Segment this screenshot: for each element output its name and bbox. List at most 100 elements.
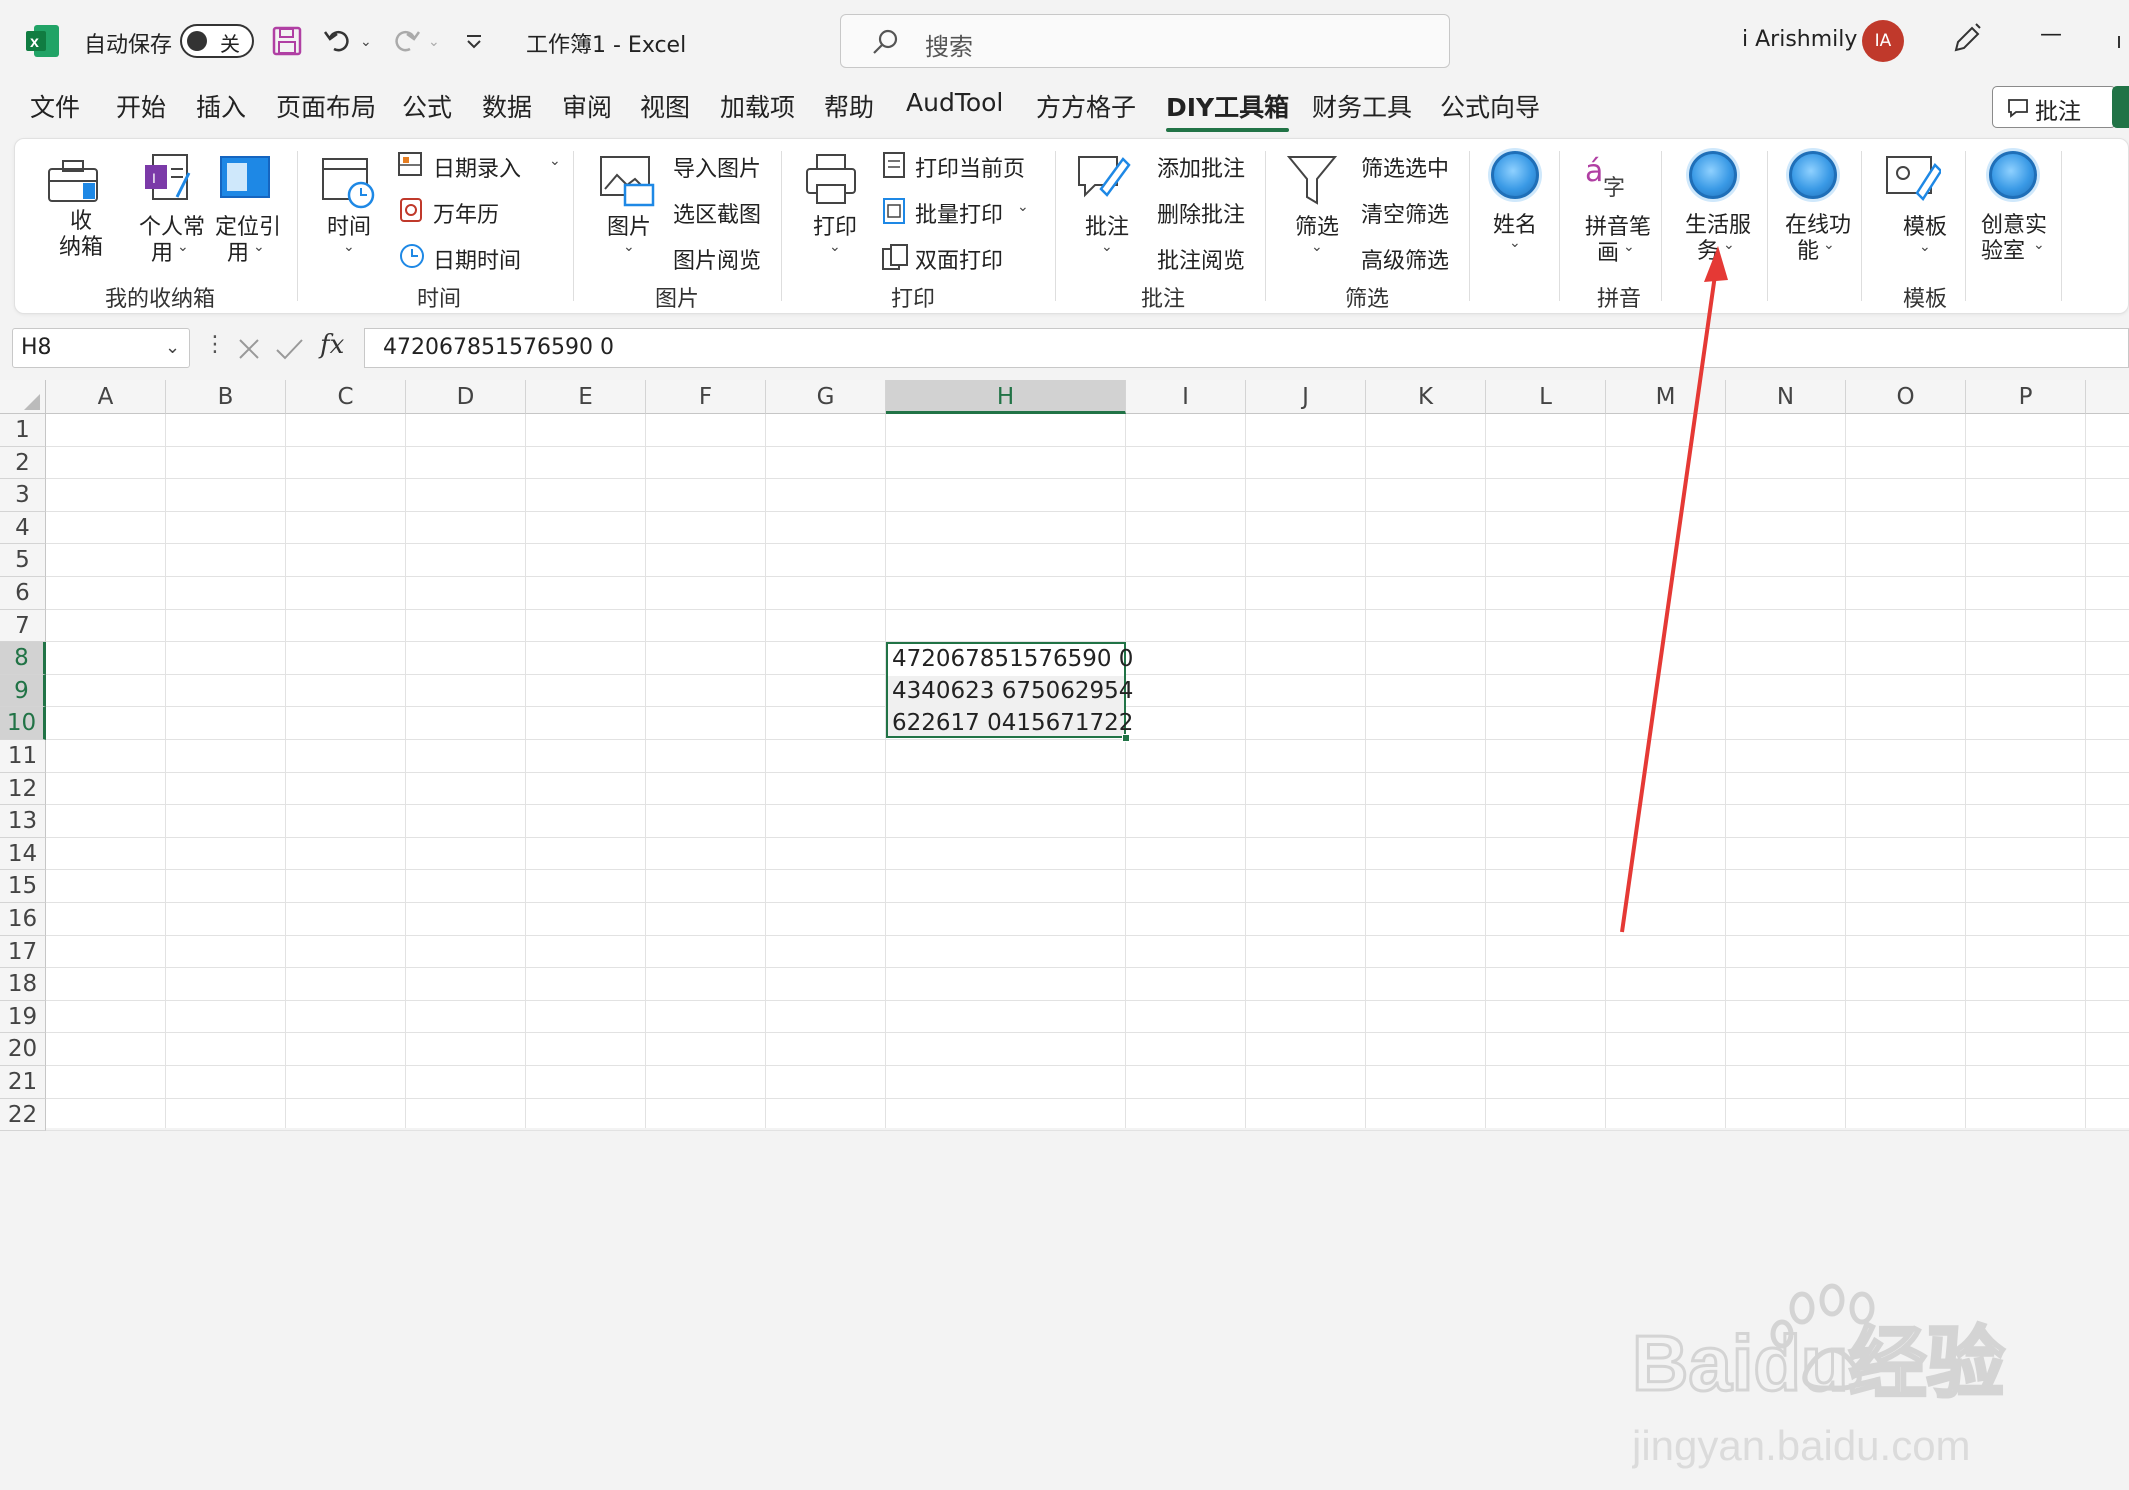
column-header-c[interactable]: C — [286, 380, 406, 414]
perpetual-calendar-button[interactable]: 万年历 — [433, 197, 499, 229]
column-header-g[interactable]: G — [766, 380, 886, 414]
locate-dropdown-icon[interactable]: ⌄ — [253, 239, 265, 255]
row-header-15[interactable]: 15 — [0, 870, 46, 903]
column-header-o[interactable]: O — [1846, 380, 1966, 414]
column-header-l[interactable]: L — [1486, 380, 1606, 414]
creative-lab-label-2[interactable]: 验室 — [1981, 233, 2025, 265]
storage-box-button[interactable]: 收 纳箱 — [59, 209, 103, 261]
filter-button[interactable]: 筛选 — [1295, 209, 1339, 241]
column-header-h[interactable]: H — [886, 380, 1126, 414]
batch-print-dropdown-icon[interactable]: ⌄ — [1017, 199, 1029, 215]
undo-dropdown-icon[interactable]: ⌄ — [360, 34, 372, 50]
row-header-22[interactable]: 22 — [0, 1098, 46, 1132]
picture-button[interactable]: 图片 — [607, 209, 651, 241]
filter-selected-button[interactable]: 筛选选中 — [1361, 151, 1449, 183]
save-icon[interactable] — [272, 26, 302, 56]
annotation-button[interactable]: 批注 — [1085, 209, 1129, 241]
online-function-label-2[interactable]: 能 — [1797, 233, 1819, 265]
row-header-17[interactable]: 17 — [0, 935, 46, 969]
column-header-n[interactable]: N — [1726, 380, 1846, 414]
date-entry-dropdown-icon[interactable]: ⌄ — [549, 153, 561, 169]
tab-diy-toolbox[interactable]: DIY工具箱 — [1166, 88, 1290, 132]
more-options-icon[interactable]: ⋮ — [204, 332, 226, 357]
row-header-1[interactable]: 1 — [0, 414, 46, 447]
tab-page-layout[interactable]: 页面布局 — [276, 88, 376, 124]
pen-icon[interactable] — [1950, 22, 1984, 56]
row-header-20[interactable]: 20 — [0, 1033, 46, 1066]
row-header-5[interactable]: 5 — [0, 544, 46, 577]
row-header-3[interactable]: 3 — [0, 479, 46, 512]
column-header-b[interactable]: B — [166, 380, 286, 414]
tab-review[interactable]: 审阅 — [562, 88, 612, 124]
customize-toolbar-icon[interactable] — [464, 34, 484, 50]
column-header-a[interactable]: A — [46, 380, 166, 414]
share-button[interactable] — [2112, 86, 2129, 128]
cancel-entry-icon[interactable] — [236, 336, 264, 362]
time-button[interactable]: 时间 — [327, 209, 371, 241]
personal-common-label-2[interactable]: 用 — [151, 235, 173, 267]
row-header-21[interactable]: 21 — [0, 1066, 46, 1099]
formula-input[interactable]: 472067851576590 0 — [364, 328, 2129, 368]
annotation-dropdown-icon[interactable]: ⌄ — [1101, 239, 1113, 255]
select-all-corner[interactable] — [0, 380, 46, 414]
column-header-j[interactable]: J — [1246, 380, 1366, 414]
row-header-9[interactable]: 9 — [0, 674, 46, 708]
column-header-k[interactable]: K — [1366, 380, 1486, 414]
name-box[interactable]: H8 ⌄ — [12, 328, 190, 368]
online-function-dropdown-icon[interactable]: ⌄ — [1823, 237, 1835, 253]
picture-view-button[interactable]: 图片阅览 — [673, 243, 761, 275]
row-header-18[interactable]: 18 — [0, 968, 46, 1001]
search-box[interactable]: 搜索 — [840, 14, 1450, 68]
duplex-print-button[interactable]: 双面打印 — [915, 243, 1003, 275]
row-header-2[interactable]: 2 — [0, 446, 46, 480]
row-header-12[interactable]: 12 — [0, 772, 46, 806]
personal-dropdown-icon[interactable]: ⌄ — [177, 239, 189, 255]
confirm-entry-icon[interactable] — [274, 336, 306, 362]
cell-h9[interactable]: 4340623 675062954 — [886, 675, 1133, 707]
time-dropdown-icon[interactable]: ⌄ — [343, 239, 355, 255]
tab-view[interactable]: 视图 — [640, 88, 690, 124]
picture-dropdown-icon[interactable]: ⌄ — [623, 239, 635, 255]
column-header-f[interactable]: F — [646, 380, 766, 414]
avatar[interactable]: IA — [1862, 20, 1904, 62]
row-header-4[interactable]: 4 — [0, 511, 46, 545]
tab-addins[interactable]: 加载项 — [720, 88, 795, 124]
import-picture-button[interactable]: 导入图片 — [673, 151, 761, 183]
minimize-button[interactable]: — — [2040, 22, 2062, 47]
undo-icon[interactable] — [322, 24, 354, 56]
advanced-filter-button[interactable]: 高级筛选 — [1361, 243, 1449, 275]
column-header-d[interactable]: D — [406, 380, 526, 414]
autosave-toggle[interactable]: 关 — [180, 24, 254, 58]
insert-function-icon[interactable]: fx — [320, 330, 344, 360]
tab-finance-tools[interactable]: 财务工具 — [1312, 88, 1412, 124]
spreadsheet-grid[interactable]: ABCDEFGHIJKLMNOP 1 2 3 4 5 6 7 8 9 10 11 12 13 14 15 16… — [0, 246, 2129, 1469]
row-header-13[interactable]: 13 — [0, 805, 46, 838]
row-header-6[interactable]: 6 — [0, 577, 46, 610]
region-screenshot-button[interactable]: 选区截图 — [673, 197, 761, 229]
row-header-16[interactable]: 16 — [0, 903, 46, 936]
clear-filter-button[interactable]: 清空筛选 — [1361, 197, 1449, 229]
column-header-p[interactable]: P — [1966, 380, 2086, 414]
tab-audtool[interactable]: AudTool — [906, 88, 1003, 117]
maximize-button[interactable] — [2118, 36, 2129, 48]
tab-home[interactable]: 开始 — [116, 88, 166, 124]
tab-help[interactable]: 帮助 — [824, 88, 874, 124]
date-entry-button[interactable]: 日期录入 — [433, 151, 521, 183]
column-header-e[interactable]: E — [526, 380, 646, 414]
print-button[interactable]: 打印 — [813, 209, 857, 241]
locate-reference-label-2[interactable]: 用 — [227, 235, 249, 267]
datetime-button[interactable]: 日期时间 — [433, 243, 521, 275]
row-header-10[interactable]: 10 — [0, 707, 46, 740]
name-box-dropdown-icon[interactable]: ⌄ — [165, 337, 180, 358]
print-dropdown-icon[interactable]: ⌄ — [829, 239, 841, 255]
cell-h10[interactable]: 622617 0415671722 — [886, 707, 1133, 739]
row-header-7[interactable]: 7 — [0, 609, 46, 643]
template-dropdown-icon[interactable]: ⌄ — [1919, 239, 1931, 255]
cell-h8[interactable]: 472067851576590 0 — [886, 643, 1133, 675]
creative-lab-dropdown-icon[interactable]: ⌄ — [2033, 237, 2045, 253]
tab-formulas[interactable]: 公式 — [402, 88, 452, 124]
tab-formula-wizard[interactable]: 公式向导 — [1440, 88, 1540, 124]
name-dropdown-icon[interactable]: ⌄ — [1509, 235, 1521, 251]
add-comment-button[interactable]: 添加批注 — [1157, 151, 1245, 183]
row-header-19[interactable]: 19 — [0, 1000, 46, 1034]
